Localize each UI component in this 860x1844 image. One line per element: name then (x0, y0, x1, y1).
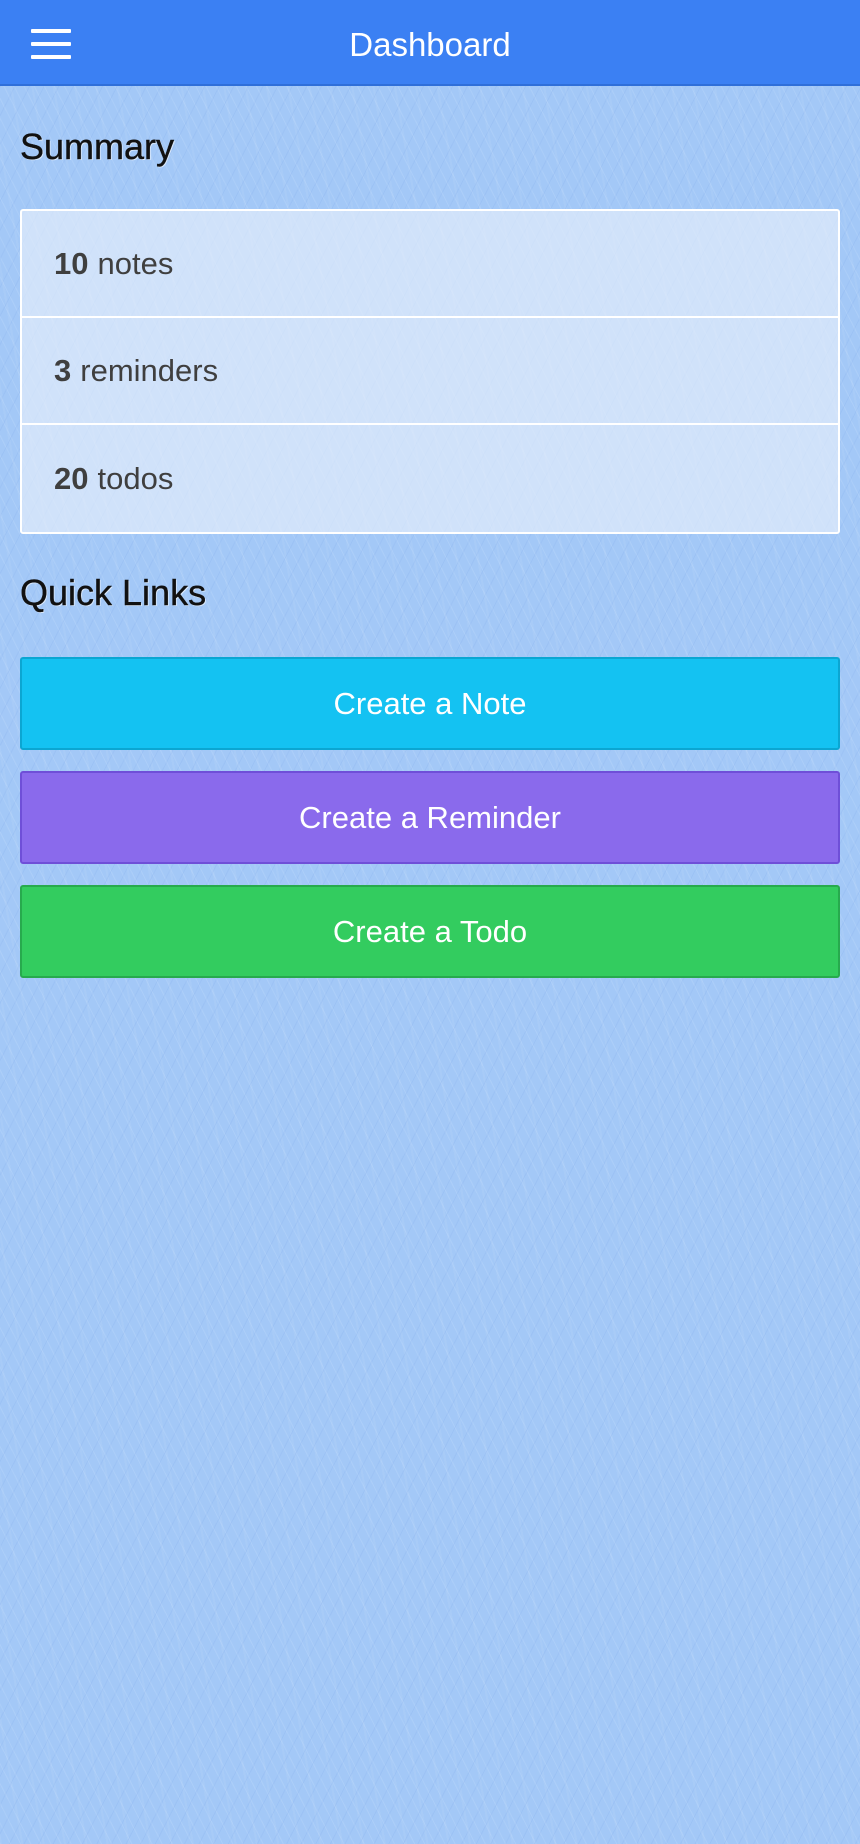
summary-item-todos: 20 todos (22, 425, 838, 532)
summary-heading: Summary (20, 126, 175, 167)
quick-links-heading: Quick Links (20, 572, 207, 613)
todos-label: todos (97, 460, 174, 496)
todos-count: 20 (54, 460, 89, 496)
summary-list: 10 notes 3 reminders 20 todos (20, 209, 840, 534)
top-navbar: Dashboard (0, 0, 860, 86)
page-title: Dashboard (349, 26, 511, 63)
notes-count: 10 (54, 245, 89, 281)
create-todo-button[interactable]: Create a Todo (20, 885, 840, 978)
summary-item-reminders: 3 reminders (22, 318, 838, 425)
create-reminder-button[interactable]: Create a Reminder (20, 771, 840, 864)
summary-item-notes: 10 notes (22, 211, 838, 318)
notes-label: notes (97, 245, 174, 281)
reminders-count: 3 (54, 352, 72, 388)
reminders-label: reminders (80, 352, 219, 388)
create-note-button[interactable]: Create a Note (20, 657, 840, 750)
